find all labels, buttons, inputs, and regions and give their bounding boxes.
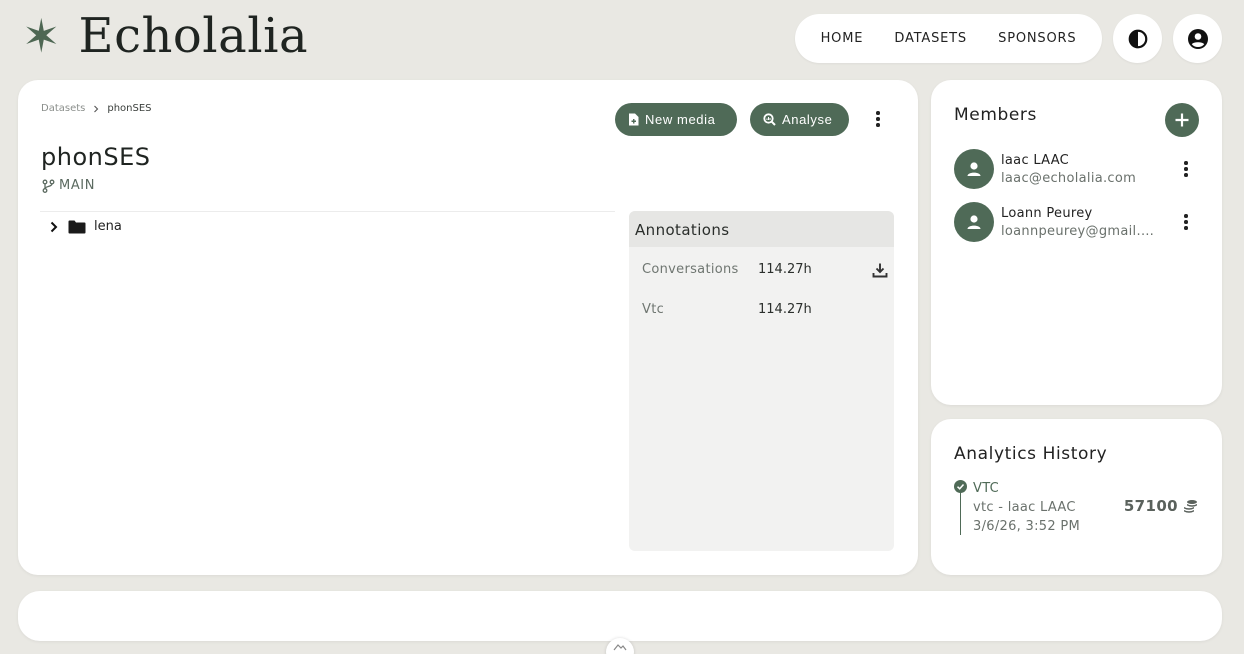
person-icon bbox=[967, 215, 981, 229]
analytics-history-card: Analytics History VTC vtc - laac LAAC 3/… bbox=[931, 419, 1222, 575]
members-title: Members bbox=[954, 105, 1037, 125]
divider bbox=[40, 211, 615, 212]
member-item: Loann Peurey loannpeurey@gmail.c... bbox=[954, 202, 1161, 242]
analyse-button[interactable]: Analyse bbox=[750, 103, 849, 136]
credits-cost: 57100 bbox=[1124, 497, 1198, 515]
contrast-icon bbox=[1128, 29, 1147, 48]
git-branch-icon bbox=[42, 179, 55, 193]
tree-item-label: lena bbox=[94, 219, 122, 234]
add-member-button[interactable] bbox=[1165, 103, 1199, 137]
mountain-icon bbox=[613, 644, 627, 651]
analytics-entry-subtitle: vtc - laac LAAC bbox=[973, 500, 1076, 515]
annotation-value: 114.27h bbox=[758, 302, 812, 317]
member-menu-icon[interactable] bbox=[1176, 157, 1196, 181]
plus-icon bbox=[1175, 113, 1189, 127]
avatar bbox=[954, 202, 994, 242]
member-name: laac LAAC bbox=[1001, 152, 1070, 168]
new-media-label: New media bbox=[645, 112, 716, 127]
member-email: loannpeurey@gmail.c... bbox=[1001, 223, 1161, 239]
search-analytics-icon bbox=[763, 113, 776, 126]
analytics-title: Analytics History bbox=[954, 444, 1108, 464]
file-add-icon bbox=[629, 113, 639, 126]
credits-value: 57100 bbox=[1123, 497, 1178, 515]
breadcrumb-datasets-link[interactable]: Datasets bbox=[41, 103, 85, 114]
branch-name: MAIN bbox=[59, 178, 96, 193]
dataset-title: phonSES bbox=[41, 143, 151, 171]
analytics-entry[interactable]: VTC vtc - laac LAAC 3/6/26, 3:52 PM bbox=[973, 479, 1080, 536]
account-button[interactable] bbox=[1173, 14, 1222, 63]
avatar bbox=[954, 149, 994, 189]
coins-icon bbox=[1184, 499, 1197, 513]
annotation-name: Conversations bbox=[642, 262, 739, 277]
annotation-row: Vtc 114.27h bbox=[642, 302, 812, 317]
chevron-right-icon bbox=[94, 105, 99, 112]
member-name: Loann Peurey bbox=[1001, 205, 1093, 221]
bottom-panel bbox=[18, 591, 1222, 641]
account-circle-icon bbox=[1187, 28, 1208, 49]
logo-star-icon: ✶ bbox=[22, 9, 61, 63]
member-email: laac@echolalia.com bbox=[1001, 170, 1137, 186]
dataset-menu-icon[interactable] bbox=[868, 107, 888, 131]
dataset-card: Datasets phonSES phonSES MAIN New media … bbox=[18, 80, 918, 575]
analyse-label: Analyse bbox=[782, 112, 833, 127]
branch-indicator[interactable]: MAIN bbox=[42, 178, 95, 193]
annotation-row: Conversations 114.27h bbox=[642, 262, 812, 277]
top-nav: HOME DATASETS SPONSORS bbox=[795, 14, 1102, 63]
download-icon[interactable] bbox=[872, 262, 888, 278]
nav-home[interactable]: HOME bbox=[821, 31, 864, 46]
breadcrumb: Datasets phonSES bbox=[41, 103, 152, 114]
annotation-value: 114.27h bbox=[758, 262, 812, 277]
members-card: Members laac LAAC laac@echolalia.com Loa… bbox=[931, 80, 1222, 405]
annotation-name: Vtc bbox=[642, 302, 665, 317]
tree-item-lena[interactable]: lena bbox=[48, 219, 122, 234]
annotations-title: Annotations bbox=[629, 211, 894, 247]
analytics-entry-date: 3/6/26, 3:52 PM bbox=[973, 519, 1080, 534]
person-icon bbox=[967, 162, 981, 176]
nav-sponsors[interactable]: SPONSORS bbox=[998, 31, 1076, 46]
brand-name: Echolalia bbox=[78, 8, 309, 64]
folder-icon bbox=[68, 220, 86, 233]
member-item: laac LAAC laac@echolalia.com bbox=[954, 149, 1136, 189]
chevron-right-icon bbox=[50, 221, 58, 232]
breadcrumb-current: phonSES bbox=[107, 103, 152, 114]
new-media-button[interactable]: New media bbox=[615, 103, 737, 136]
timeline-line bbox=[960, 492, 961, 535]
app-logo[interactable]: ✶ Echolalia bbox=[22, 8, 308, 64]
member-menu-icon[interactable] bbox=[1176, 210, 1196, 234]
analytics-entry-type: VTC bbox=[973, 481, 1000, 496]
annotations-panel: Annotations Conversations 114.27h Vtc 11… bbox=[629, 211, 894, 551]
nav-datasets[interactable]: DATASETS bbox=[894, 31, 967, 46]
theme-toggle-button[interactable] bbox=[1113, 14, 1162, 63]
check-circle-icon bbox=[954, 480, 967, 493]
